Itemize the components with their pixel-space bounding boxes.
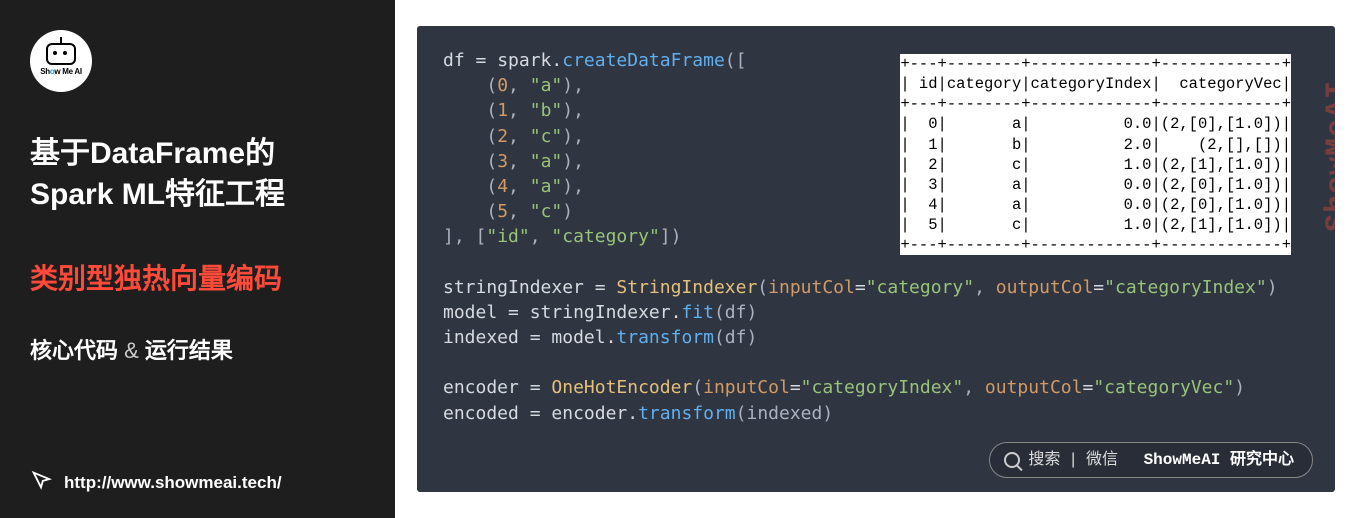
search-text-2: 微信: [1086, 449, 1118, 471]
watermark: ShowMeAI: [1317, 80, 1335, 232]
table-row: | 1| b| 2.0| (2,[],[])|: [900, 136, 1291, 154]
caption-core: 核心代码: [30, 338, 118, 363]
table-row: | 0| a| 0.0|(2,[0],[1.0])|: [900, 115, 1291, 133]
robot-icon: [46, 43, 76, 65]
footer-url[interactable]: http://www.showmeai.tech/: [64, 473, 282, 493]
code-panel: df = spark.createDataFrame([ (0, "a"), (…: [417, 26, 1335, 492]
search-brand: ShowMeAI 研究中心: [1144, 449, 1294, 471]
table-sep: +---+--------+-------------+------------…: [900, 236, 1291, 254]
main: df = spark.createDataFrame([ (0, "a"), (…: [395, 0, 1361, 518]
table-row: | 5| c| 1.0|(2,[1],[1.0])|: [900, 216, 1291, 234]
title-block: 基于DataFrame的 Spark ML特征工程: [30, 134, 365, 215]
table-row: | 2| c| 1.0|(2,[1],[1.0])|: [900, 156, 1291, 174]
title-line-2: Spark ML特征工程: [30, 175, 365, 216]
subtitle: 类别型独热向量编码: [30, 257, 365, 297]
footer: http://www.showmeai.tech/: [30, 469, 282, 496]
table-head: | id|category|categoryIndex| categoryVec…: [900, 75, 1291, 93]
caption: 核心代码 & 运行结果: [30, 333, 365, 365]
table-row: | 3| a| 0.0|(2,[0],[1.0])|: [900, 176, 1291, 194]
search-icon: [1004, 452, 1020, 468]
output-table: +---+--------+-------------+------------…: [900, 54, 1291, 255]
search-pill[interactable]: 搜索 | 微信 ShowMeAI 研究中心: [989, 442, 1313, 478]
caption-run: 运行结果: [145, 338, 233, 363]
search-text-1: 搜索: [1028, 449, 1060, 471]
logo-text: Show Me AI: [40, 67, 82, 76]
table-sep: +---+--------+-------------+------------…: [900, 55, 1291, 73]
table-sep: +---+--------+-------------+------------…: [900, 95, 1291, 113]
title-line-1: 基于DataFrame的: [30, 134, 365, 175]
logo: Show Me AI: [30, 30, 92, 92]
cursor-icon: [30, 469, 52, 496]
search-sep: |: [1068, 449, 1078, 471]
caption-amp: &: [118, 338, 145, 363]
sidebar: Show Me AI 基于DataFrame的 Spark ML特征工程 类别型…: [0, 0, 395, 518]
table-row: | 4| a| 0.0|(2,[0],[1.0])|: [900, 196, 1291, 214]
